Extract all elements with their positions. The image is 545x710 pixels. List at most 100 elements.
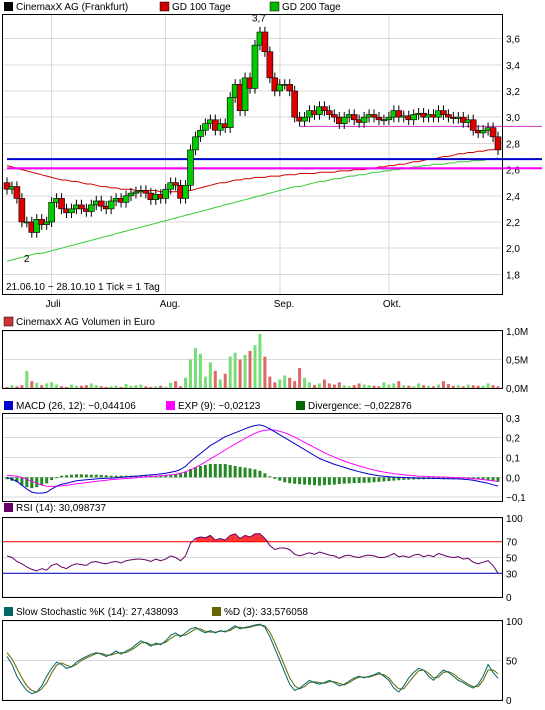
volume-bar — [496, 386, 500, 388]
volume-bar — [372, 385, 376, 388]
gd200-line — [6, 157, 499, 262]
macd-y-tick-label: 0,2 — [506, 434, 520, 445]
macd-legend-swatch-1 — [166, 401, 175, 410]
candle-body — [261, 31, 269, 52]
volume-bar — [114, 385, 118, 388]
candle-body — [266, 51, 274, 79]
price-x-axis: Juli Aug. Sep. Okt. — [46, 299, 402, 310]
volume-bar — [79, 385, 83, 388]
price-y-tick-label: 1,8 — [506, 270, 520, 281]
candle-body — [326, 110, 333, 115]
rsi-y-tick-label: 50 — [506, 554, 518, 565]
volume-bar — [407, 385, 411, 388]
divergence-bar — [327, 477, 331, 485]
stochastic-k-line — [6, 623, 499, 695]
volume-bar — [55, 384, 59, 388]
macd-y-tick-label: 0,3 — [506, 414, 520, 425]
volume-bar — [154, 386, 158, 388]
volume-bar — [446, 384, 450, 388]
rsi-panel: 100 70 50 30 0 — [2, 514, 523, 604]
stochastic-y-tick-label: 100 — [506, 617, 523, 628]
divergence-bar — [243, 467, 247, 478]
volume-bar — [322, 379, 326, 388]
volume-y-tick-label: 1,0M — [506, 327, 528, 338]
volume-bar — [476, 385, 480, 388]
volume-bar — [441, 381, 445, 388]
volume-bar — [184, 377, 188, 388]
divergence-bar — [253, 469, 257, 478]
volume-bar — [35, 382, 39, 388]
price-y-tick-label: 3,2 — [506, 87, 520, 98]
candle-body — [172, 182, 179, 186]
price-legend-swatch-2 — [269, 1, 280, 12]
volume-bar — [308, 382, 312, 388]
volume-bar — [50, 382, 54, 388]
candle-body — [370, 114, 378, 118]
candle-body — [440, 110, 447, 115]
divergence-bar — [322, 477, 326, 486]
divergence-bar — [352, 477, 356, 484]
divergence-bar — [40, 477, 44, 486]
candle-body — [385, 116, 393, 121]
price-y-tick-label: 2,0 — [506, 244, 520, 255]
candle-body — [97, 200, 105, 207]
volume-bar — [129, 385, 133, 388]
volume-bar — [189, 359, 193, 388]
volume-bar — [65, 386, 69, 388]
candle-body — [197, 129, 204, 138]
volume-bar — [233, 352, 237, 388]
volume-bar — [377, 386, 381, 388]
candle-body — [410, 114, 417, 121]
volume-bar — [432, 386, 436, 388]
candle-body — [182, 184, 189, 199]
divergence-bar — [362, 477, 366, 483]
volume-bar — [45, 383, 49, 388]
price-legend-swatch-0 — [4, 2, 13, 11]
price-y-tick-label: 2,2 — [506, 218, 520, 229]
price-panel: 3,6 3,4 3,2 3,0 2,8 2,6 2,4 2,2 2,0 1,8 Juli Aug. S… — [2, 13, 542, 310]
candle-body — [13, 186, 21, 199]
candle-body — [291, 90, 298, 118]
volume-bar — [149, 386, 153, 388]
candle-body — [301, 116, 308, 122]
volume-bar — [20, 385, 24, 388]
volume-bar — [268, 376, 272, 388]
candle-body — [202, 123, 209, 131]
volume-bar — [436, 384, 440, 388]
volume-bar — [367, 385, 371, 388]
volume-bar — [25, 370, 29, 388]
candle-body — [340, 116, 348, 125]
volume-bar — [327, 383, 331, 388]
price-legend-label-1: GD 100 Tage — [172, 2, 231, 13]
candle-body — [162, 188, 170, 199]
volume-legend-label: CinemaxX AG Volumen in Euro — [16, 317, 155, 328]
volume-bar — [392, 383, 396, 388]
divergence-bar — [317, 477, 321, 486]
price-x-tick-label: Okt. — [383, 299, 401, 310]
volume-bar — [60, 386, 64, 388]
stock-chart: CinemaxX AG (Frankfurt) GD 100 Tage GD 2… — [2, 1, 542, 707]
candle-body — [286, 84, 293, 92]
volume-bar — [337, 382, 341, 388]
candle-body — [251, 44, 259, 89]
stochastic-legend-swatch-1 — [212, 607, 221, 616]
divergence-bar — [198, 466, 202, 478]
macd-panel: 0,3 0,2 0,1 0,0 −0,1 — [2, 413, 526, 504]
volume-panel: 1,0M 0,5M 0,0M — [2, 327, 528, 395]
candle-body — [321, 106, 328, 111]
volume-bar — [347, 386, 351, 388]
macd-y-axis: 0,3 0,2 0,1 0,0 −0,1 — [506, 414, 526, 504]
volume-bar — [427, 385, 431, 388]
volume-bar — [387, 384, 391, 388]
divergence-bar — [223, 464, 227, 478]
macd-y-tick-label: 0,1 — [506, 454, 520, 465]
candle-body — [58, 198, 65, 210]
divergence-bar — [288, 477, 292, 484]
volume-bar — [69, 384, 73, 388]
divergence-bar — [184, 471, 188, 478]
rsi-y-tick-label: 70 — [506, 538, 518, 549]
rsi-y-tick-label: 0 — [506, 593, 512, 604]
divergence-bar — [332, 477, 336, 485]
volume-bar — [213, 370, 217, 388]
divergence-bar — [109, 475, 113, 478]
